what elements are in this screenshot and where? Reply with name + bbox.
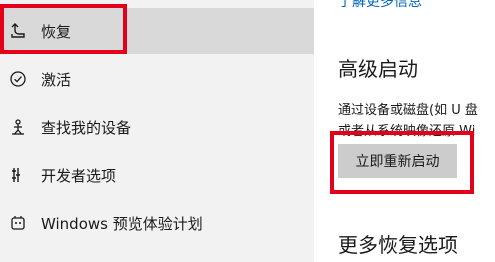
advanced-startup-title: 高级启动	[338, 57, 418, 81]
more-recovery-options-title: 更多恢复选项	[338, 233, 458, 257]
find-device-person-icon	[8, 117, 28, 137]
highlight-box-restart-button	[330, 131, 474, 194]
developer-tools-icon	[8, 165, 28, 185]
advanced-startup-description-line1: 通过设备或磁盘(如 U 盘	[338, 103, 478, 118]
highlight-box-recovery	[0, 4, 127, 54]
sidebar-item-find-my-device[interactable]: 查找我的设备	[0, 104, 314, 150]
sidebar-item-label: 开发者选项	[41, 166, 117, 185]
sidebar-item-label: 查找我的设备	[41, 118, 132, 137]
learn-more-link[interactable]: 了解更多信息	[338, 0, 422, 11]
sidebar-item-activation[interactable]: 激活	[0, 56, 314, 102]
windows-insider-icon	[8, 213, 28, 233]
sidebar-item-label: Windows 预览体验计划	[41, 214, 203, 233]
sidebar-item-developer-options[interactable]: 开发者选项	[0, 152, 314, 198]
activation-check-icon	[8, 69, 28, 89]
sidebar-item-label: 激活	[41, 70, 72, 89]
sidebar-item-windows-insider[interactable]: Windows 预览体验计划	[0, 200, 314, 246]
